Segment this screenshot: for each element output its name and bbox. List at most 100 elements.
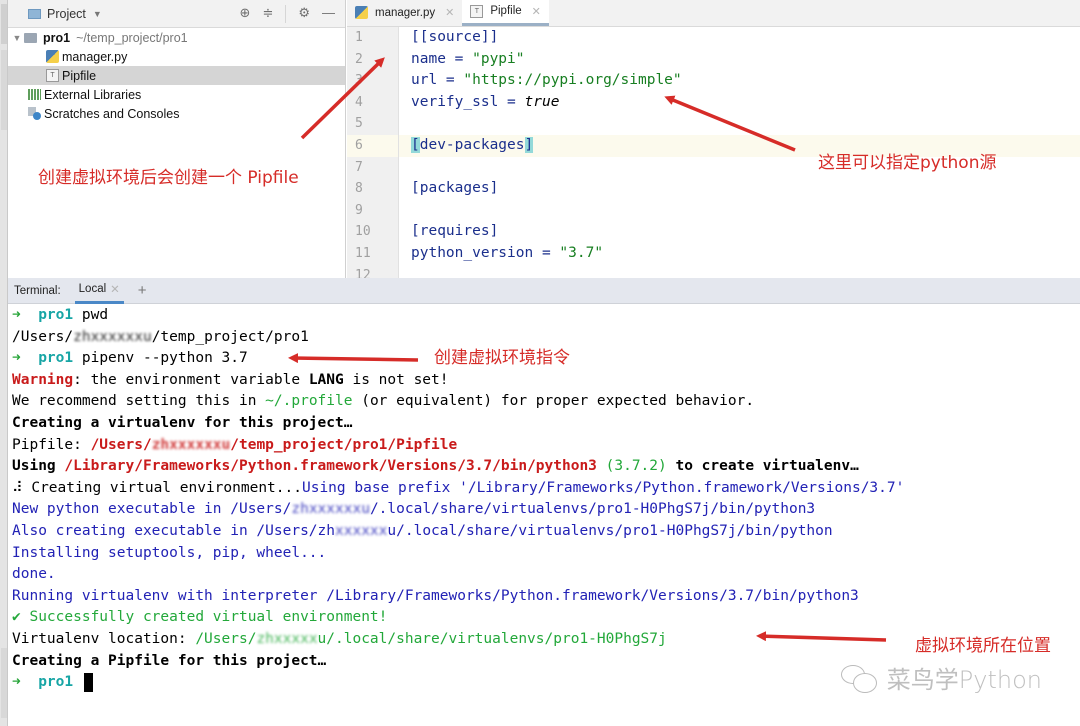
terminal-line: Running virtualenv with interpreter /Lib… [12,587,859,604]
output-text: (or equivalent) for proper expected beha… [352,393,755,410]
terminal-line: Installing setuptools, pip, wheel... [12,544,327,561]
terminal-line: Also creating executable in /Users/zhxxx… [12,521,1080,543]
terminal-line: ✔ Successfully created virtual environme… [12,609,388,626]
line-number: 1 [355,30,363,45]
terminal-tab-local[interactable]: Local ✕ [74,278,124,304]
terminal-line: Using /Library/Frameworks/Python.framewo… [12,456,1080,478]
terminal-line: ⠼ Creating virtual environment...Using b… [12,478,1080,500]
close-icon[interactable]: ✕ [445,6,454,19]
terminal-line: Warning: the environment variable LANG i… [12,370,1080,392]
tab-label: Local [78,283,107,295]
line-number: 5 [355,116,363,132]
tool-window-tab-project[interactable] [1,4,7,44]
close-icon[interactable]: ✕ [110,282,120,296]
close-icon[interactable]: ✕ [532,5,541,18]
matched-bracket: ] [524,136,534,153]
redacted-username: zhxxxxxxu [73,328,152,345]
project-view-selector[interactable]: Project [47,7,86,21]
hide-panel-icon[interactable]: — [322,5,335,23]
libraries-icon [28,89,41,100]
terminal-line: Pipfile: /Users/zhxxxxxxu/temp_project/p… [12,435,1080,457]
annotation-venv-location: 虚拟环境所在位置 [915,636,1051,656]
expand-arrow-icon[interactable]: ▼ [10,33,24,43]
output-path: u/.local/share/virtualenvs/pro1-H0PhgS7j [317,630,667,647]
line-number: 8 [355,181,363,197]
scratches-icon [28,107,41,120]
editor: manager.py ✕ T Pipfile ✕ 1 2 3 4 5 6 7 8… [347,0,1080,283]
redacted-username: zhxxxxxxu [291,501,370,518]
output-text: We recommend setting this in [12,393,266,410]
prompt-dir: pro1 [38,674,74,691]
tool-window-tab-favorites[interactable] [1,648,7,718]
tree-item-scratches[interactable]: Scratches and Consoles [8,104,345,123]
redacted-username: xxxxxx [335,522,388,539]
project-panel: Project ▼ ⊕ ≑ ⚙ — ▼ pro1 ~/temp_project/… [8,0,346,278]
locate-icon[interactable]: ⊕ [240,5,251,23]
output-text: Also creating executable in /Users/zh [12,522,336,539]
code-string: "https://pypi.org/simple" [463,72,682,89]
code-string: "3.7" [559,244,604,261]
code-string: "pypi" [472,50,525,67]
folder-path: ~/temp_project/pro1 [76,30,188,45]
line-number: 7 [355,159,363,175]
watermark: 菜鸟学Python [840,660,1042,695]
annotation-python-source: 这里可以指定python源 [818,153,997,173]
terminal-line: New python executable in /Users/zhxxxxxx… [12,499,1080,521]
item-label: External Libraries [44,87,142,102]
prompt-dir: pro1 [38,350,74,367]
line-number-gutter: 1 2 3 4 5 6 7 8 9 10 11 12 [347,27,399,283]
redacted-username: zhxxxxxxu [151,436,231,453]
tree-item-pipfile[interactable]: T Pipfile [8,66,345,85]
tree-item-external-libraries[interactable]: External Libraries [8,85,345,104]
chevron-down-icon[interactable]: ▼ [93,9,102,19]
output-text: Using base prefix '/Library/Frameworks/P… [301,479,905,496]
redacted-username: zhxxxxx [256,630,318,647]
output-text: is not set! [343,371,449,388]
editor-tab-bar: manager.py ✕ T Pipfile ✕ [347,0,1080,27]
tool-window-tab-structure[interactable] [1,50,7,130]
code-key: url = [411,72,464,89]
gear-icon[interactable]: ⚙ [298,5,310,23]
terminal-label: Terminal: [14,284,61,297]
command: pipenv --python 3.7 [81,350,248,367]
output-text: Using [12,458,65,475]
collapse-all-icon[interactable]: ≑ [262,5,273,23]
tab-manager-py[interactable]: manager.py ✕ [347,0,462,26]
output-text: Virtualenv location: [12,630,196,647]
warning-label: Warning [12,371,74,388]
command: pwd [81,307,109,323]
folder-icon [24,32,37,43]
output-path: /Users/ [90,436,152,453]
tree-item-pro1[interactable]: ▼ pro1 ~/temp_project/pro1 [8,28,345,47]
tree-item-manager-py[interactable]: manager.py [8,47,345,66]
pipfile-icon: T [46,69,59,82]
output-text: /.local/share/virtualenvs/pro1-H0PhgS7j/… [369,501,816,518]
output-text: : the environment variable [73,371,309,388]
folder-name: pro1 [43,30,71,45]
tab-pipfile[interactable]: T Pipfile ✕ [462,0,549,26]
output-path: /temp_project/pro1/Pipfile [230,436,458,453]
output-path: /Library/Frameworks/Python.framework/Ver… [64,458,597,475]
item-label: Scratches and Consoles [44,106,180,121]
file-name: Pipfile [62,68,97,83]
line-number: 10 [355,224,371,240]
terminal-line: ➜ pro1 pwd [12,305,1080,327]
python-file-icon [46,50,59,63]
output-path: /Users/ [195,630,257,647]
tab-label: manager.py [375,6,436,19]
code-key: verify_ssl = [411,93,525,110]
project-tree: ▼ pro1 ~/temp_project/pro1 manager.py T … [8,28,345,123]
line-number: 6 [347,134,398,157]
output-path: ~/.profile [265,393,353,410]
pipfile-icon: T [470,4,484,18]
code-text: dev-packages [419,136,525,153]
line-number: 11 [355,245,371,261]
code-line: url = "https://pypi.org/simple" [399,70,1080,92]
output-version: (3.7.2) [596,458,667,475]
prompt-dir: pro1 [38,307,74,323]
new-terminal-button[interactable]: + [138,282,147,299]
output-text: New python executable in /Users/ [12,501,292,518]
code-text: [requires] [411,223,499,240]
